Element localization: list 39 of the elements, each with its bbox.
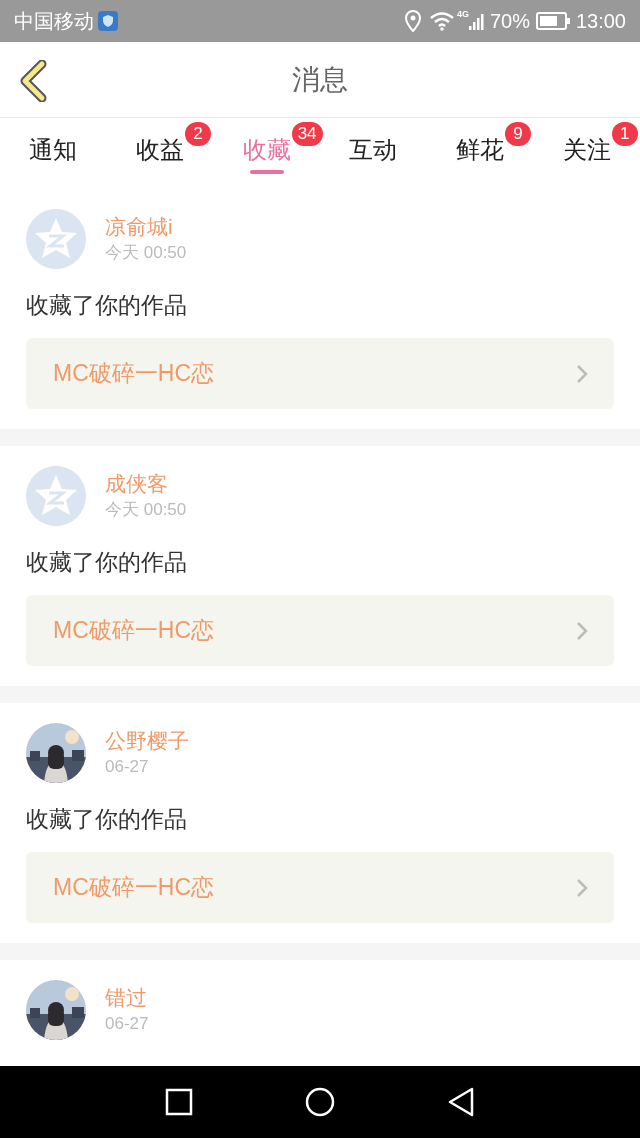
user-name: 公野樱子	[105, 728, 189, 754]
recent-apps-button[interactable]	[165, 1088, 193, 1116]
message-text: 收藏了你的作品	[26, 805, 188, 834]
count-badge: 2	[185, 122, 211, 146]
count-badge: 34	[291, 122, 323, 146]
tab[interactable]: 关注	[562, 134, 611, 166]
message-time: 06-27	[105, 756, 150, 778]
shield-icon	[98, 11, 118, 31]
back-nav-button[interactable]	[447, 1087, 475, 1117]
user-name: 错过	[105, 985, 148, 1011]
clock-time: 13:00	[575, 9, 626, 34]
chevron-icon	[576, 363, 588, 384]
battery-percent: 70%	[489, 9, 530, 34]
carrier-name: 中国移动	[14, 9, 94, 34]
count-badge: 9	[505, 122, 531, 146]
battery-icon	[535, 12, 570, 30]
chevron-icon	[576, 877, 588, 898]
default-avatar-icon	[26, 209, 86, 269]
location-icon	[404, 10, 421, 32]
count-badge: 1	[611, 122, 638, 146]
tab[interactable]: 收益	[136, 134, 184, 166]
user-name: 凉俞城i	[105, 214, 174, 240]
message-time: 06-27	[105, 1013, 149, 1035]
tab-indicator	[249, 170, 284, 174]
signal-icon	[468, 11, 487, 31]
network-type: 4G	[456, 8, 469, 21]
wifi-icon	[428, 11, 455, 31]
tab[interactable]: 互动	[349, 134, 398, 166]
message-text: 收藏了你的作品	[26, 291, 188, 320]
message-time: 今天 00:50	[105, 242, 187, 264]
tab[interactable]: 通知	[29, 134, 78, 166]
user-name: 成侠客	[105, 471, 169, 497]
home-button[interactable]	[305, 1087, 335, 1117]
message-text: 收藏了你的作品	[26, 548, 188, 577]
page-title: 消息	[292, 62, 348, 97]
tab[interactable]: 鲜花	[456, 134, 504, 166]
default-avatar-icon	[26, 466, 86, 526]
message-time: 今天 00:50	[105, 499, 187, 521]
chevron-icon	[576, 620, 588, 641]
